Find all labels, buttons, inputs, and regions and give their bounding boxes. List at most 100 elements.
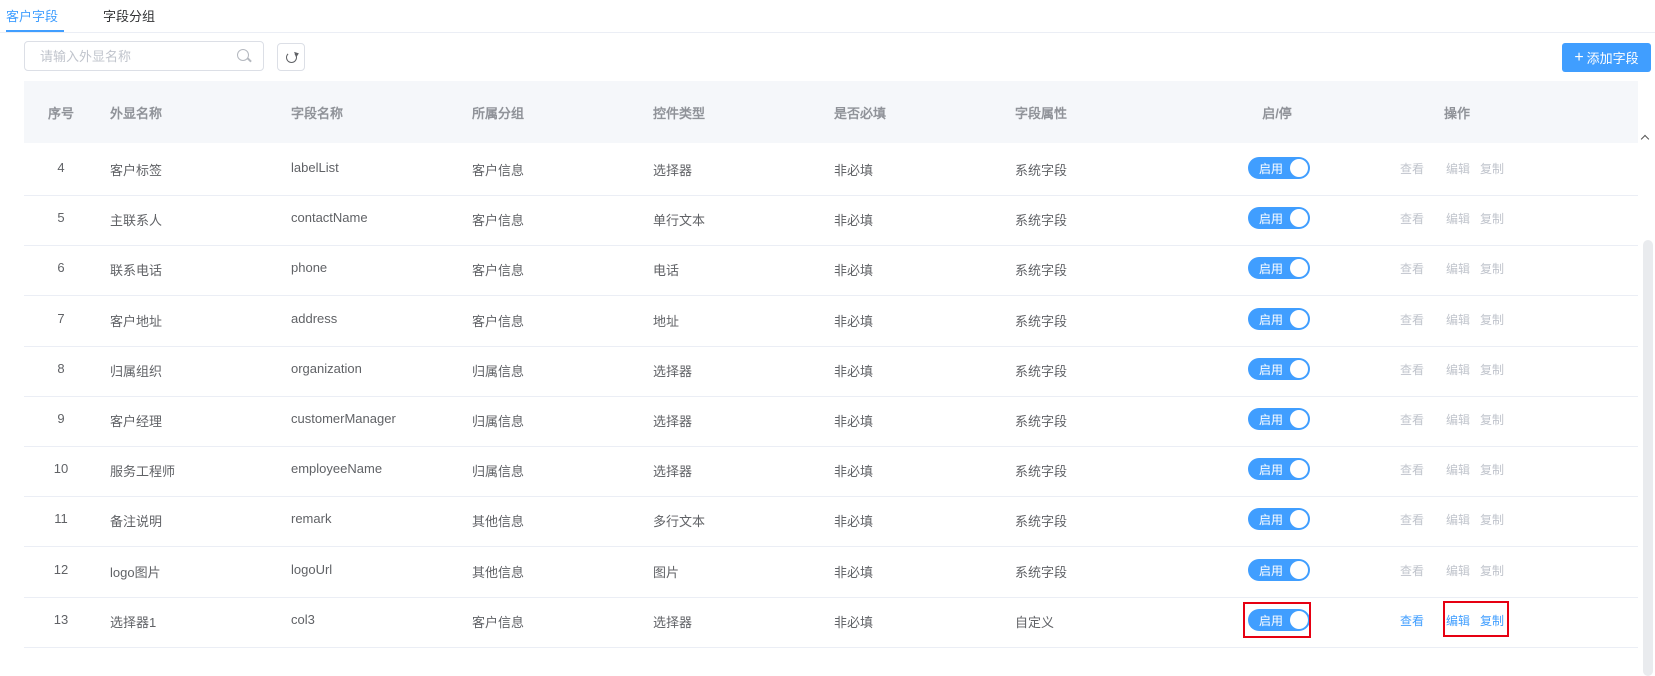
cell-field-name: remark <box>291 511 332 526</box>
col-header-field-attr: 字段属性 <box>1015 106 1068 121</box>
col-header-display-name: 外显名称 <box>110 106 163 121</box>
view-button[interactable]: 查看 <box>1400 562 1424 579</box>
edit-button[interactable]: 编辑 <box>1446 461 1470 478</box>
search-box <box>24 41 264 71</box>
col-header-required: 是否必填 <box>834 106 887 121</box>
tab-customer-fields[interactable]: 客户字段 <box>6 6 58 25</box>
cell-group: 其他信息 <box>472 514 525 529</box>
view-button[interactable]: 查看 <box>1400 160 1424 177</box>
edit-button[interactable]: 编辑 <box>1446 562 1470 579</box>
edit-button[interactable]: 编辑 <box>1446 361 1470 378</box>
cell-field-attr: 系统字段 <box>1015 364 1068 379</box>
view-button[interactable]: 查看 <box>1400 210 1424 227</box>
view-button[interactable]: 查看 <box>1400 260 1424 277</box>
cell-field-attr: 系统字段 <box>1015 263 1068 278</box>
cell-required: 非必填 <box>834 514 874 529</box>
status-toggle[interactable]: 启用 <box>1248 508 1310 530</box>
col-header-group: 所属分组 <box>472 106 525 121</box>
edit-button[interactable]: 编辑 <box>1446 612 1470 629</box>
copy-button[interactable]: 复制 <box>1480 160 1504 177</box>
cell-field-name: employeeName <box>291 461 383 476</box>
edit-button[interactable]: 编辑 <box>1446 210 1470 227</box>
status-toggle-label: 启用 <box>1259 313 1284 327</box>
copy-button[interactable]: 复制 <box>1480 210 1504 227</box>
copy-button[interactable]: 复制 <box>1480 260 1504 277</box>
cell-required: 非必填 <box>834 464 874 479</box>
status-toggle[interactable]: 启用 <box>1248 408 1310 430</box>
cell-control-type: 选择器 <box>653 464 693 479</box>
status-toggle-label: 启用 <box>1259 162 1284 176</box>
status-toggle-label: 启用 <box>1259 262 1284 276</box>
copy-button[interactable]: 复制 <box>1480 461 1504 478</box>
active-tab-indicator <box>6 30 64 32</box>
copy-button[interactable]: 复制 <box>1480 361 1504 378</box>
toggle-knob <box>1290 159 1308 177</box>
cell-group: 客户信息 <box>472 263 525 278</box>
status-toggle-label: 启用 <box>1259 212 1284 226</box>
search-input[interactable] <box>25 42 230 70</box>
table-row: 12 logo图片 logoUrl 其他信息 图片 非必填 系统字段 启用 查看 编辑 复制 <box>24 545 1638 598</box>
toggle-knob <box>1290 410 1308 428</box>
cell-control-type: 选择器 <box>653 414 693 429</box>
table-row: 8 归属组织 organization 归属信息 选择器 非必填 系统字段 启用 查看 编辑 复制 <box>24 344 1638 397</box>
cell-required: 非必填 <box>834 364 874 379</box>
status-toggle[interactable]: 启用 <box>1248 157 1310 179</box>
cell-group: 归属信息 <box>472 464 525 479</box>
view-button[interactable]: 查看 <box>1400 612 1424 629</box>
col-header-control-type: 控件类型 <box>653 106 706 121</box>
cell-field-name: labelList <box>291 160 339 175</box>
edit-button[interactable]: 编辑 <box>1446 511 1470 528</box>
toggle-knob <box>1290 460 1308 478</box>
edit-button[interactable]: 编辑 <box>1446 160 1470 177</box>
tab-field-groups[interactable]: 字段分组 <box>103 6 155 25</box>
edit-button[interactable]: 编辑 <box>1446 411 1470 428</box>
cell-no: 7 <box>57 311 65 326</box>
search-icon[interactable] <box>237 49 249 61</box>
cell-required: 非必填 <box>834 565 874 580</box>
view-button[interactable]: 查看 <box>1400 461 1424 478</box>
status-toggle[interactable]: 启用 <box>1248 308 1310 330</box>
toggle-knob <box>1290 259 1308 277</box>
status-toggle[interactable]: 启用 <box>1248 257 1310 279</box>
copy-button[interactable]: 复制 <box>1480 411 1504 428</box>
status-toggle-label: 启用 <box>1259 564 1284 578</box>
table-row: 5 主联系人 contactName 客户信息 单行文本 非必填 系统字段 启用 查看 编辑 复制 <box>24 193 1638 246</box>
edit-button[interactable]: 编辑 <box>1446 260 1470 277</box>
status-toggle[interactable]: 启用 <box>1248 559 1310 581</box>
cell-control-type: 选择器 <box>653 364 693 379</box>
scroll-up-icon[interactable] <box>1640 132 1652 144</box>
cell-no: 6 <box>57 260 65 275</box>
copy-button[interactable]: 复制 <box>1480 562 1504 579</box>
table-row: 10 服务工程师 employeeName 归属信息 选择器 非必填 系统字段 启用 查看 编辑复… <box>24 444 1638 497</box>
table-row: 7 客户地址 address 客户信息 地址 非必填 系统字段 启用 查看 编辑 复制 <box>24 294 1638 347</box>
view-button[interactable]: 查看 <box>1400 411 1424 428</box>
cell-field-attr: 系统字段 <box>1015 163 1068 178</box>
toggle-knob <box>1290 209 1308 227</box>
vertical-scrollbar[interactable] <box>1643 240 1653 676</box>
status-toggle[interactable]: 启用 <box>1248 458 1310 480</box>
edit-button[interactable]: 编辑 <box>1446 311 1470 328</box>
add-field-button[interactable]: + 添加字段 <box>1562 43 1651 72</box>
copy-button[interactable]: 复制 <box>1480 511 1504 528</box>
cell-display-name: 服务工程师 <box>110 464 176 479</box>
col-header-field-name: 字段名称 <box>291 106 344 121</box>
cell-required: 非必填 <box>834 213 874 228</box>
copy-button[interactable]: 复制 <box>1480 311 1504 328</box>
cell-field-name: customerManager <box>291 411 396 426</box>
cell-control-type: 多行文本 <box>653 514 706 529</box>
view-button[interactable]: 查看 <box>1400 361 1424 378</box>
tabs-bar: 客户字段 字段分组 <box>0 0 1655 33</box>
table-body: 4 客户标签 labelList 客户信息 选择器 非必填 系统字段 启用 查看 编辑 复制 5 主联系… <box>24 143 1638 676</box>
refresh-button[interactable] <box>277 43 305 71</box>
cell-display-name: 选择器1 <box>110 615 157 630</box>
view-button[interactable]: 查看 <box>1400 311 1424 328</box>
cell-required: 非必填 <box>834 615 874 630</box>
status-toggle[interactable]: 启用 <box>1248 358 1310 380</box>
cell-no: 4 <box>57 160 65 175</box>
copy-button[interactable]: 复制 <box>1480 612 1504 629</box>
view-button[interactable]: 查看 <box>1400 511 1424 528</box>
toggle-knob <box>1290 611 1308 629</box>
status-toggle[interactable]: 启用 <box>1248 609 1310 631</box>
cell-field-name: col3 <box>291 612 315 627</box>
status-toggle[interactable]: 启用 <box>1248 207 1310 229</box>
